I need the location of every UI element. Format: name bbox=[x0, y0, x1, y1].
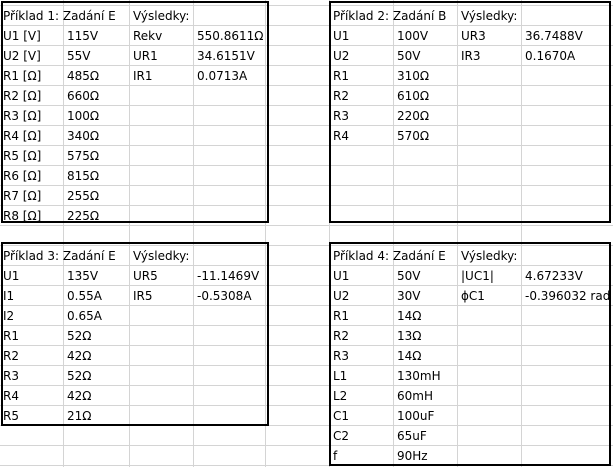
p2-block-border bbox=[329, 1, 611, 223]
p3-block-border bbox=[1, 242, 269, 426]
p4-block-border bbox=[329, 242, 611, 466]
p1-block-border bbox=[1, 1, 269, 223]
